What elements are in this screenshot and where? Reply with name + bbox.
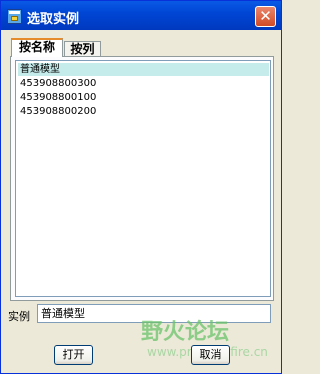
close-button[interactable]: ✕ [255, 6, 276, 27]
cancel-button[interactable]: 取消 [191, 345, 230, 365]
list-item[interactable]: 453908800300 [18, 77, 96, 90]
list-item[interactable]: 453908800200 [18, 105, 96, 118]
open-button[interactable]: 打开 [54, 345, 93, 365]
tab-by-column[interactable]: 按列 [64, 41, 101, 57]
instance-list[interactable]: 普通模型 453908800300 453908800100 453908800… [15, 60, 271, 297]
select-instance-dialog: 选取实例 ✕ 按名称 按列 普通模型 453908800300 45390880… [0, 0, 282, 374]
list-item[interactable]: 453908800100 [18, 91, 96, 104]
list-item[interactable]: 普通模型 [18, 63, 269, 76]
window-title: 选取实例 [27, 12, 80, 27]
app-window-icon [7, 9, 22, 24]
instance-label: 实例 [8, 310, 30, 323]
watermark-logo: 野火论坛 [141, 320, 230, 345]
title-bar: 选取实例 ✕ [1, 1, 281, 30]
tab-by-name[interactable]: 按名称 [11, 38, 63, 57]
